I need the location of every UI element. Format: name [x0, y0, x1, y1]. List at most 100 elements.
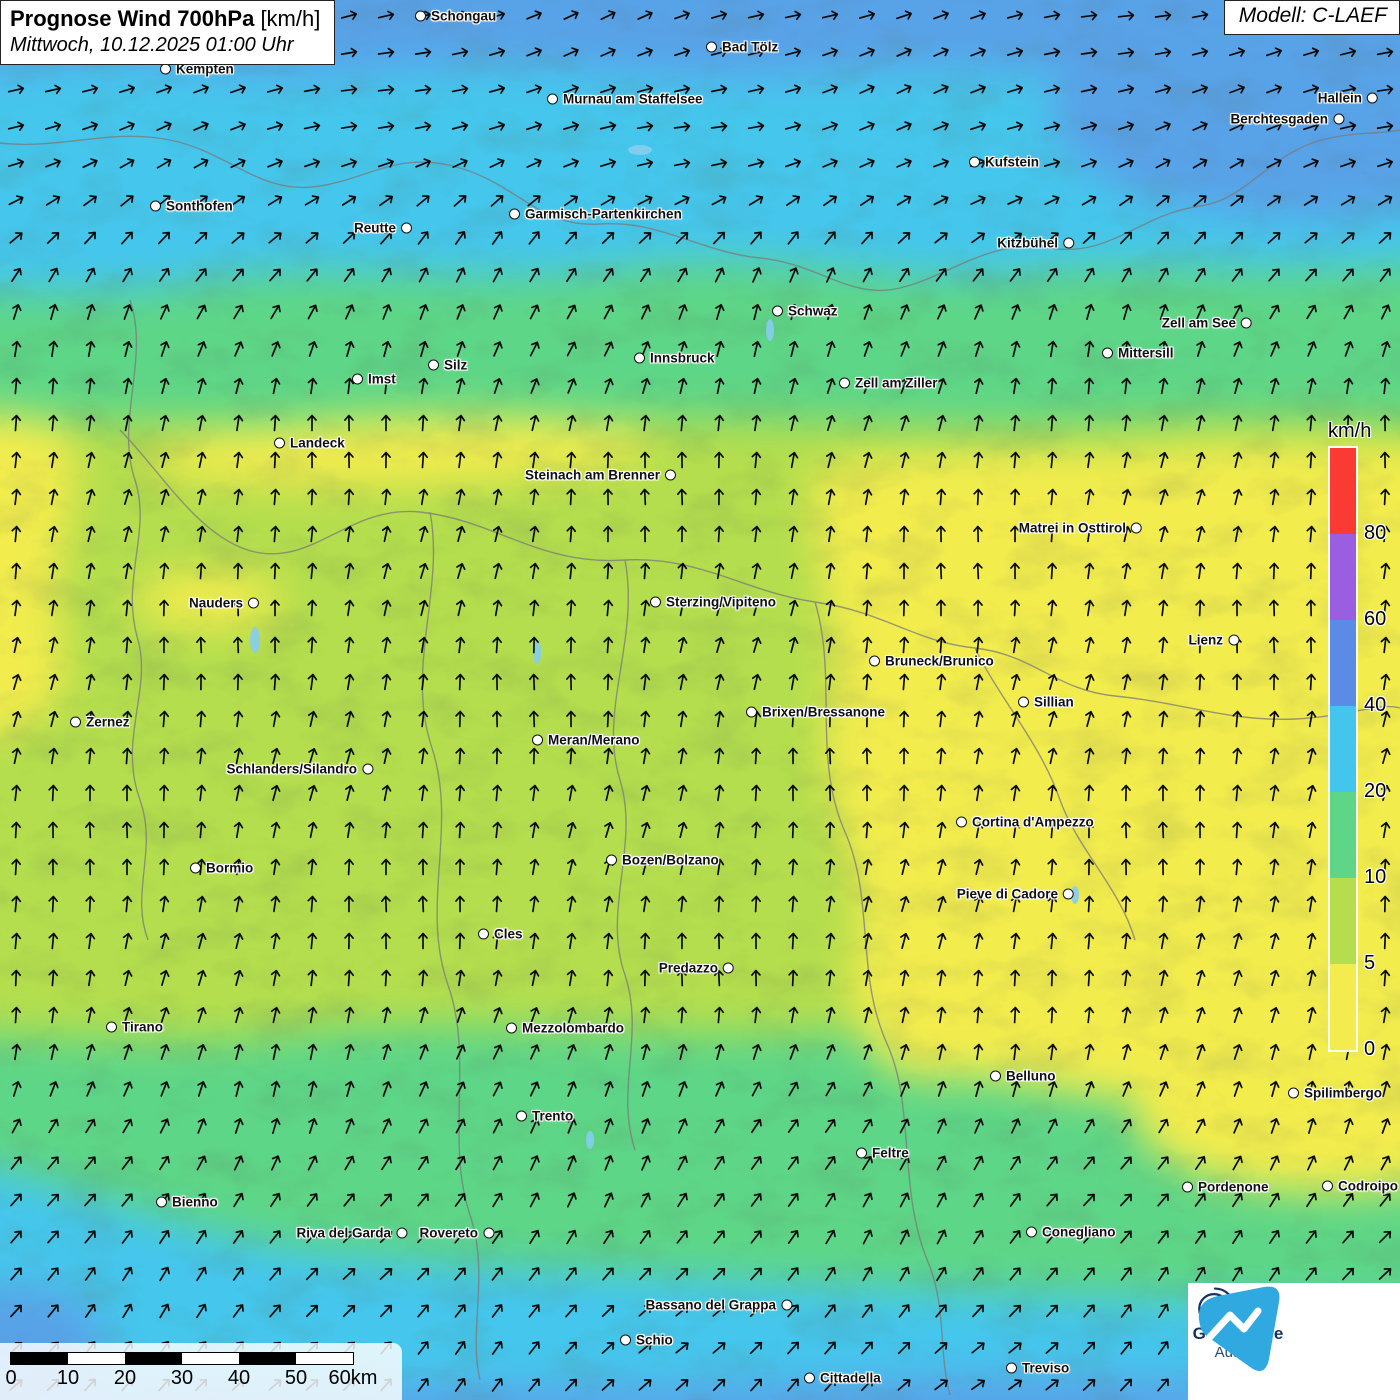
legend-tick: 20	[1364, 780, 1386, 803]
city-dot	[1006, 1363, 1017, 1374]
city-marker: Riva del Garda	[296, 1226, 407, 1241]
city-dot	[772, 306, 783, 317]
city-marker: Matrei in Osttirol	[1019, 521, 1142, 536]
city-label: Meran/Merano	[548, 733, 640, 748]
city-label: Reutte	[354, 221, 396, 236]
city-dot	[156, 1197, 167, 1208]
city-dot	[746, 707, 757, 718]
city-marker: Reutte	[354, 221, 412, 236]
scale-segment	[11, 1353, 68, 1364]
city-dot	[532, 735, 543, 746]
city-label: Spilimbergo	[1304, 1086, 1382, 1101]
city-dot	[396, 1228, 407, 1239]
weather-map: SchongauBad TölzKemptenMurnau am Staffel…	[0, 0, 1400, 1400]
city-marker: Conegliano	[1026, 1225, 1116, 1240]
legend-tick: 60	[1364, 608, 1386, 631]
city-marker: Bienno	[156, 1195, 218, 1210]
city-label: Pordenone	[1198, 1180, 1269, 1195]
city-dot	[1018, 697, 1029, 708]
legend-tick: 10	[1364, 866, 1386, 889]
city-marker: Hallein	[1318, 91, 1378, 106]
legend-tick: 5	[1364, 952, 1375, 975]
wind-speed-legend: km/h 806040201050	[1328, 420, 1398, 1070]
city-label: Innsbruck	[650, 351, 715, 366]
city-label: Schio	[636, 1333, 673, 1348]
city-marker: Kufstein	[969, 155, 1039, 170]
scale-label: 50	[285, 1367, 307, 1390]
city-label: Zell am See	[1162, 316, 1236, 331]
city-marker: Cles	[478, 927, 523, 942]
city-label: Imst	[368, 372, 396, 387]
city-label: Nauders	[189, 596, 243, 611]
city-dot	[248, 598, 259, 609]
city-dot	[956, 817, 967, 828]
scale-segment	[182, 1353, 239, 1364]
city-marker: Berchtesgaden	[1230, 112, 1344, 127]
city-label: Garmisch-Partenkirchen	[525, 207, 682, 222]
city-marker: Meran/Merano	[532, 733, 640, 748]
scale-segment	[125, 1353, 182, 1364]
city-marker: Tirano	[106, 1020, 163, 1035]
scale-label: 30	[171, 1367, 193, 1390]
city-label: Kitzbühel	[997, 236, 1058, 251]
city-marker: Murnau am Staffelsee	[547, 92, 703, 107]
legend-tick: 40	[1364, 694, 1386, 717]
legend-segment	[1330, 878, 1356, 964]
city-label: Schongau	[431, 9, 496, 24]
city-marker: Zell am See	[1162, 316, 1252, 331]
city-dot	[1131, 523, 1142, 534]
city-dot	[547, 94, 558, 105]
city-marker: Cortina d'Ampezzo	[956, 815, 1094, 830]
scale-label: 10	[57, 1367, 79, 1390]
city-marker: Sterzing/Vipiteno	[650, 595, 776, 610]
scale-segment	[239, 1353, 296, 1364]
city-marker: Belluno	[990, 1069, 1056, 1084]
city-marker: Predazzo	[659, 961, 734, 976]
city-label: Schwaz	[788, 304, 838, 319]
city-marker: Mittersill	[1102, 346, 1174, 361]
legend-tick: 0	[1364, 1038, 1375, 1061]
city-label: Bad Tölz	[722, 40, 778, 55]
city-marker: Treviso	[1006, 1361, 1069, 1376]
city-marker: Landeck	[274, 436, 345, 451]
legend-ticks: 806040201050	[1364, 448, 1400, 1050]
legend-segment	[1330, 792, 1356, 878]
city-dot	[160, 64, 171, 75]
city-dot	[506, 1023, 517, 1034]
city-marker: Steinach am Brenner	[525, 468, 676, 483]
scale-label: 60km	[329, 1367, 378, 1390]
legend-color-bar	[1330, 448, 1356, 1050]
city-marker: Rovereto	[419, 1226, 494, 1241]
city-dot	[869, 656, 880, 667]
city-dot	[606, 855, 617, 866]
city-dot	[1063, 889, 1074, 900]
scale-bar	[10, 1352, 354, 1365]
city-dot	[650, 597, 661, 608]
city-dot	[1102, 348, 1113, 359]
city-marker: Bozen/Bolzano	[606, 853, 719, 868]
legend-segment	[1330, 706, 1356, 792]
city-dot	[509, 209, 520, 220]
legend-segment	[1330, 964, 1356, 1050]
city-marker: Garmisch-Partenkirchen	[509, 207, 682, 222]
city-label: Cittadella	[820, 1371, 881, 1386]
city-label: Riva del Garda	[296, 1226, 391, 1241]
city-label: Conegliano	[1042, 1225, 1116, 1240]
legend-segment	[1330, 448, 1356, 534]
city-dot	[1228, 635, 1239, 646]
city-label: Sonthofen	[166, 199, 233, 214]
legend-tick: 80	[1364, 522, 1386, 545]
geosphere-arrow-icon	[1188, 1283, 1288, 1383]
city-label: Treviso	[1022, 1361, 1069, 1376]
city-label: Codroipo	[1338, 1179, 1398, 1194]
title-unit: [km/h]	[260, 6, 320, 31]
city-marker: Sillian	[1018, 695, 1074, 710]
city-label: Bormio	[206, 861, 253, 876]
city-marker: Brixen/Bressanone	[746, 705, 885, 720]
map-scale-panel: 0102030405060km	[0, 1343, 402, 1400]
city-dot	[70, 717, 81, 728]
scale-segment	[68, 1353, 125, 1364]
city-marker: Cittadella	[804, 1371, 881, 1386]
city-marker: Pordenone	[1182, 1180, 1269, 1195]
city-label: Bienno	[172, 1195, 218, 1210]
